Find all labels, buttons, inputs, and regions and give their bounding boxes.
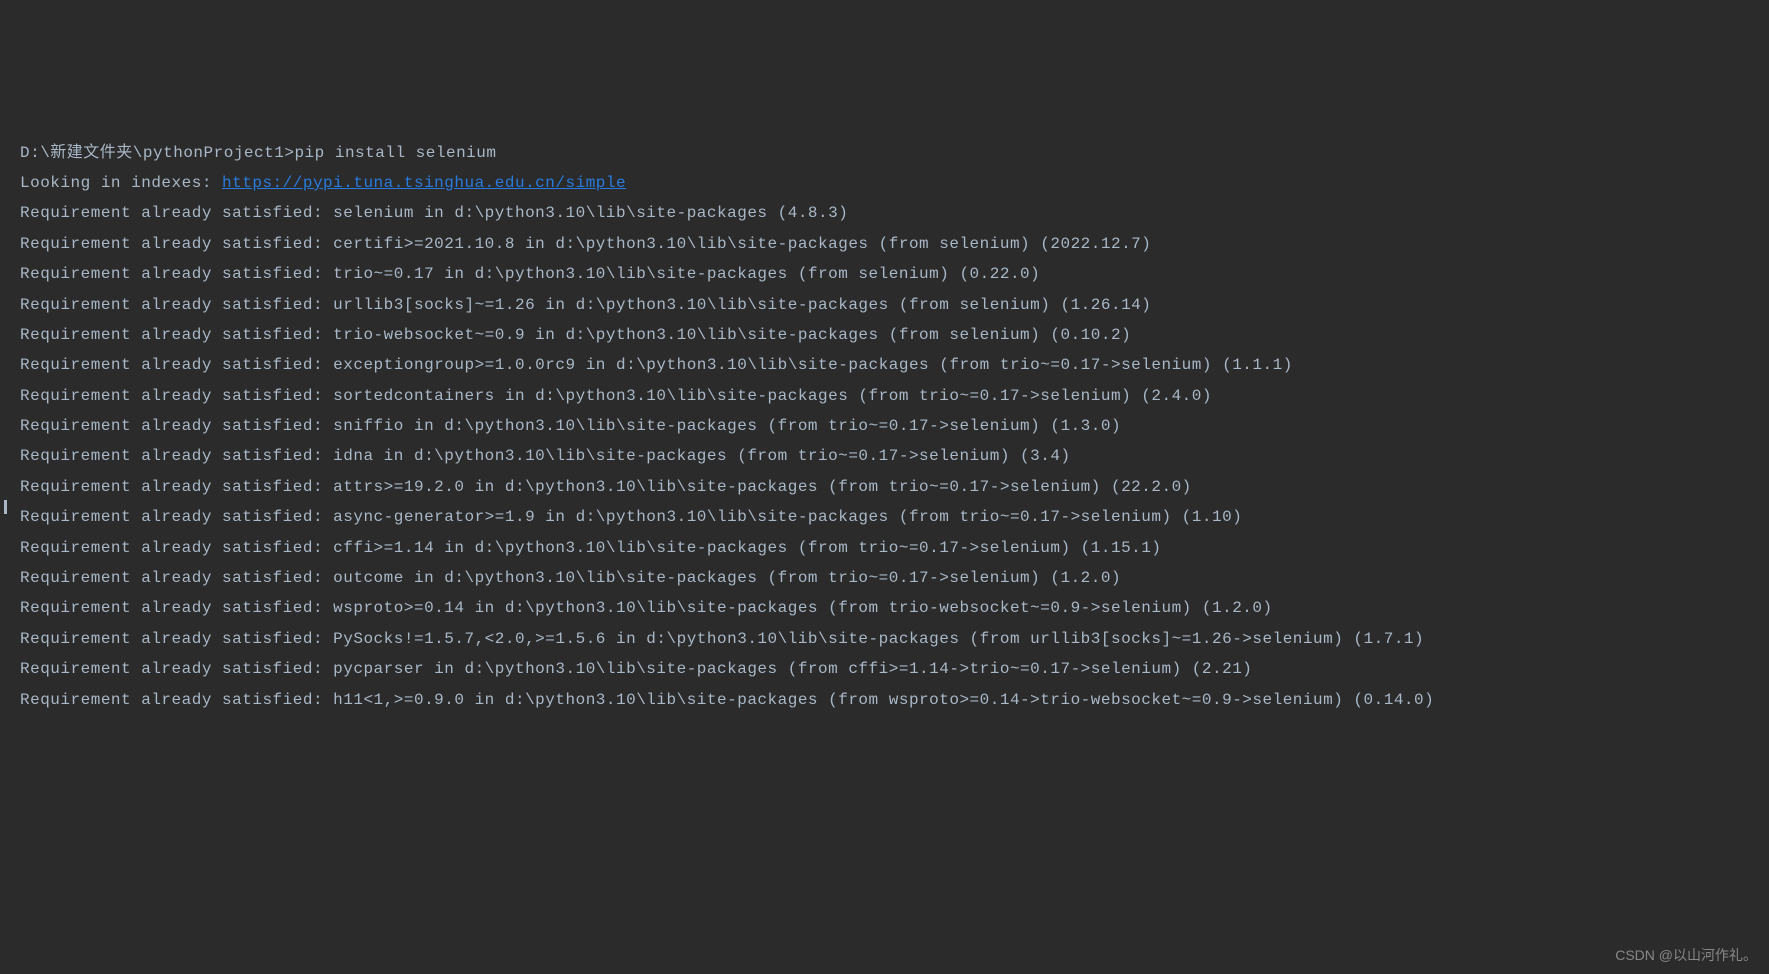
output-line: Requirement already satisfied: attrs>=19… [20, 472, 1749, 502]
indexes-link[interactable]: https://pypi.tuna.tsinghua.edu.cn/simple [222, 174, 626, 192]
output-line: Requirement already satisfied: async-gen… [20, 502, 1749, 532]
output-line: Requirement already satisfied: outcome i… [20, 563, 1749, 593]
output-line: Requirement already satisfied: pycparser… [20, 654, 1749, 684]
output-line: Requirement already satisfied: sortedcon… [20, 381, 1749, 411]
output-line: Requirement already satisfied: wsproto>=… [20, 593, 1749, 623]
output-line: Requirement already satisfied: PySocks!=… [20, 624, 1749, 654]
gutter-mark [4, 500, 7, 514]
prompt-line: D:\新建文件夹\pythonProject1>pip install sele… [20, 138, 1749, 168]
output-line: Requirement already satisfied: selenium … [20, 198, 1749, 228]
prompt-command[interactable]: pip install selenium [294, 144, 496, 162]
output-line: Requirement already satisfied: h11<1,>=0… [20, 685, 1749, 715]
output-line: Requirement already satisfied: certifi>=… [20, 229, 1749, 259]
prompt-path: D:\新建文件夹\pythonProject1> [20, 144, 294, 162]
terminal-output: D:\新建文件夹\pythonProject1>pip install sele… [20, 138, 1749, 715]
output-line: Requirement already satisfied: sniffio i… [20, 411, 1749, 441]
indexes-prefix: Looking in indexes: [20, 174, 222, 192]
output-line: Requirement already satisfied: idna in d… [20, 441, 1749, 471]
output-line: Requirement already satisfied: urllib3[s… [20, 290, 1749, 320]
output-line: Requirement already satisfied: cffi>=1.1… [20, 533, 1749, 563]
output-line: Requirement already satisfied: trio-webs… [20, 320, 1749, 350]
watermark: CSDN @以山河作礼。 [1615, 942, 1757, 969]
output-line: Requirement already satisfied: trio~=0.1… [20, 259, 1749, 289]
indexes-line: Looking in indexes: https://pypi.tuna.ts… [20, 168, 1749, 198]
output-line: Requirement already satisfied: exception… [20, 350, 1749, 380]
